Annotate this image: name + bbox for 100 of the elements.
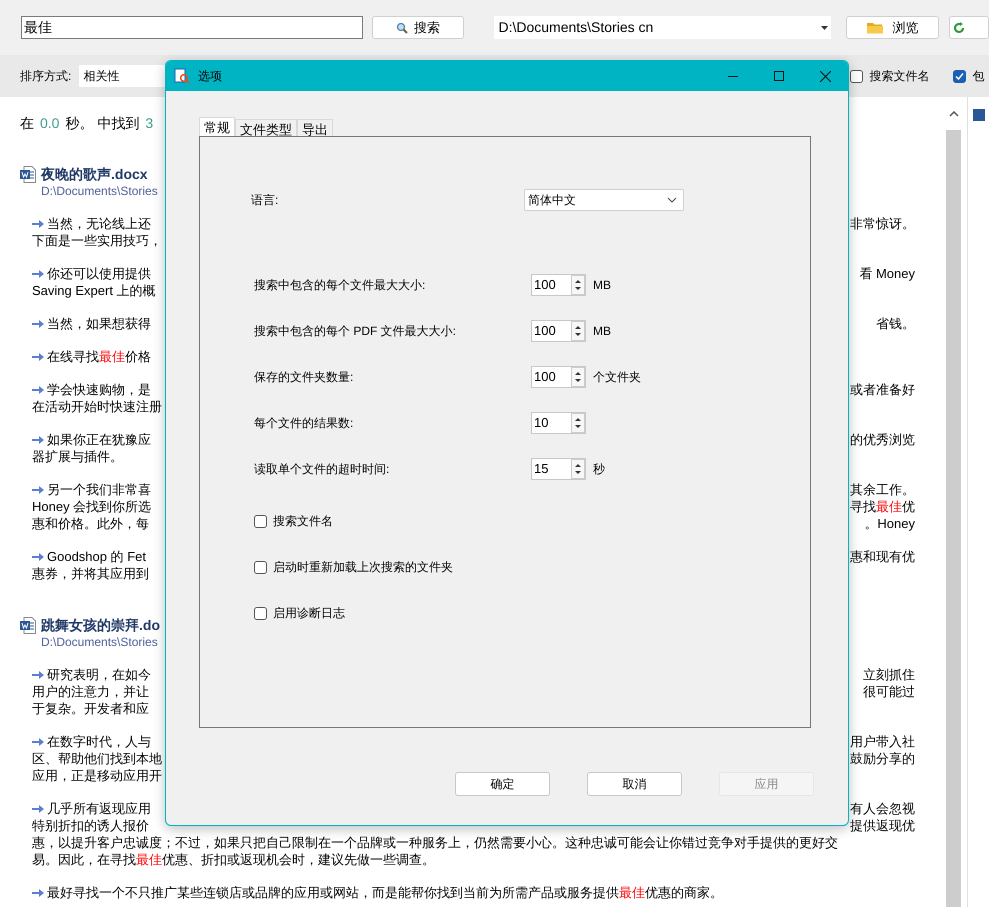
unit-label: MB <box>593 323 611 340</box>
spin-arrows-icon[interactable] <box>571 275 585 295</box>
spin-arrows-icon[interactable] <box>571 321 585 341</box>
search-field[interactable]: 最佳 <box>21 16 363 39</box>
arrow-icon <box>32 352 44 360</box>
snippet-text: 于复杂。开发者和应 <box>32 700 149 717</box>
snippet-text: Honey 会找到你所选 <box>32 498 152 515</box>
spin-arrows-icon[interactable] <box>571 413 585 433</box>
app-icon <box>174 68 190 84</box>
arrow-icon <box>32 552 44 560</box>
maximize-icon <box>774 71 784 81</box>
snippet-text: 惠和价格。此外，每 <box>32 515 149 532</box>
snippet-text: 当然，如果想获得 <box>47 315 151 332</box>
setting-label: 搜索中包含的每个文件最大大小: <box>253 277 426 294</box>
arrow-icon <box>32 436 44 444</box>
snippet-text: 器扩展与插件。 <box>32 448 123 465</box>
setting-label: 每个文件的结果数: <box>253 415 354 432</box>
snippet-text: 其余工作。 <box>850 481 915 498</box>
snippet-text: 用户带入社 <box>850 733 915 750</box>
folder-icon <box>866 22 883 34</box>
scroll-up-icon[interactable] <box>948 110 958 116</box>
snippet-text: 在数字时代，人与 <box>47 733 151 750</box>
arrow-icon <box>32 386 44 394</box>
snippet-text: 研究表明，在如今 <box>47 666 151 683</box>
arrow-icon <box>32 486 44 494</box>
number-spinner[interactable]: 100 <box>531 366 586 388</box>
snippet-text: 惠和现有优 <box>850 548 915 565</box>
snippet-text: 在线寻找最佳价格 <box>47 348 151 365</box>
refresh-button[interactable] <box>948 16 989 39</box>
snippet-text: 特别折扣的诱人报价 <box>32 817 149 834</box>
checkbox-label: 启用诊断日志 <box>273 605 345 622</box>
snippet-text: Goodshop 的 Fet <box>47 548 146 565</box>
snippet-text: 下面是一些实用技巧， <box>32 232 162 249</box>
refresh-icon <box>952 22 965 34</box>
snippet-text: 惠，以提升客户忠诚度；不过，如果只把自己限制在一个品牌或一种服务上，仍然需要小心。这种忠诚可能会让你错过竞争对手提供的更好交 <box>32 834 838 851</box>
snippet-text: 在活动开始时快速注册 <box>32 398 162 415</box>
snippet-text: 惠券，并将其应用到 <box>32 565 149 582</box>
snippet-text: 。Honey <box>864 515 915 532</box>
tab[interactable]: 导出 <box>297 119 333 136</box>
checkbox[interactable] <box>953 70 966 82</box>
arrow-icon <box>32 220 44 228</box>
number-spinner[interactable]: 10 <box>531 412 586 434</box>
snippet-text: 另一个我们非常喜 <box>47 481 151 498</box>
setting-label: 搜索中包含的每个 PDF 文件最大大小: <box>253 323 458 340</box>
search-icon <box>396 22 408 34</box>
arrow-icon <box>32 320 44 328</box>
snippet-text: 易。因此，在寻找最佳优惠、折扣或返现机会时，建议先做一些调查。 <box>32 851 435 868</box>
snippet-text: 省钱。 <box>876 315 915 332</box>
snippet-text: 很可能过 <box>863 683 915 700</box>
snippet-text: 如果你正在犹豫应 <box>47 431 151 448</box>
snippet-text: 你还可以使用提供 <box>47 265 151 282</box>
unit-label: 秒 <box>593 461 605 478</box>
folder-combobox[interactable]: D:\Documents\Stories cn <box>494 16 832 39</box>
checkbox-label: 搜索文件名 <box>273 513 333 530</box>
snippet-text: 的优秀浏览 <box>850 431 915 448</box>
snippet-text: 或者准备好 <box>850 381 915 398</box>
snippet-text: 几乎所有返现应用 <box>47 800 151 817</box>
result-title[interactable]: 夜晚的歌声.docx <box>41 166 148 182</box>
arrow-icon <box>32 670 44 678</box>
number-spinner[interactable]: 15 <box>531 458 586 480</box>
snippet-text: 应用，正是移动应用开 <box>32 767 162 784</box>
arrow-icon <box>32 804 44 812</box>
snippet-text: 用户的注意力，并让 <box>32 683 149 700</box>
result-path: D:\Documents\Stories <box>41 184 158 199</box>
scrollbar[interactable] <box>946 97 961 907</box>
filter-label: 包 <box>972 68 984 85</box>
number-spinner[interactable]: 100 <box>531 274 586 296</box>
results-summary: 在 0.0 秒。 中找到 3 <box>20 115 154 132</box>
snippet-text: 学会快速购物，是 <box>47 381 151 398</box>
filter-label: 搜索文件名 <box>869 68 930 85</box>
search-button[interactable]: 搜索 <box>372 16 464 39</box>
tab[interactable]: 文件类型 <box>235 119 297 136</box>
snippet-text: 当然，无论线上还 <box>47 215 151 232</box>
checkbox[interactable] <box>254 560 267 574</box>
snippet-text: 看 Money <box>859 265 915 282</box>
checkbox[interactable] <box>850 70 864 82</box>
snippet-text: 立刻抓住 <box>863 666 915 683</box>
result-title[interactable]: 跳舞女孩的崇拜.do <box>41 616 160 634</box>
browse-button[interactable]: 浏览 <box>846 16 939 39</box>
language-select[interactable]: 简体中文 <box>524 189 684 211</box>
snippet-text: 非常惊讶。 <box>850 215 915 232</box>
spin-arrows-icon[interactable] <box>571 367 585 387</box>
snippet-text: 有人会忽视 <box>850 800 915 817</box>
window-title: 选项 <box>198 68 222 85</box>
arrow-icon <box>32 888 44 896</box>
dialog-button[interactable]: 取消 <box>587 772 682 796</box>
spin-arrows-icon[interactable] <box>571 459 585 479</box>
sort-label: 排序方式: <box>20 68 72 85</box>
dialog-button[interactable]: 确定 <box>455 772 550 796</box>
setting-label: 保存的文件夹数量: <box>253 369 354 386</box>
snippet-text: 最好寻找一个不只推广某些连锁店或品牌的应用或网站，而是能帮你找到当前为所需产品或服务提供最佳优惠的商家。 <box>47 884 723 901</box>
snippet-text: 寻找最佳优 <box>850 498 915 515</box>
number-spinner[interactable]: 100 <box>531 320 586 342</box>
language-label: 语言: <box>251 192 280 209</box>
tab[interactable]: 常规 <box>199 117 235 136</box>
chevron-down-icon <box>667 197 677 203</box>
dropdown-icon <box>821 26 828 30</box>
snippet-text: 鼓励分享的 <box>850 750 915 767</box>
checkbox[interactable] <box>254 606 267 620</box>
checkbox[interactable] <box>254 514 267 528</box>
